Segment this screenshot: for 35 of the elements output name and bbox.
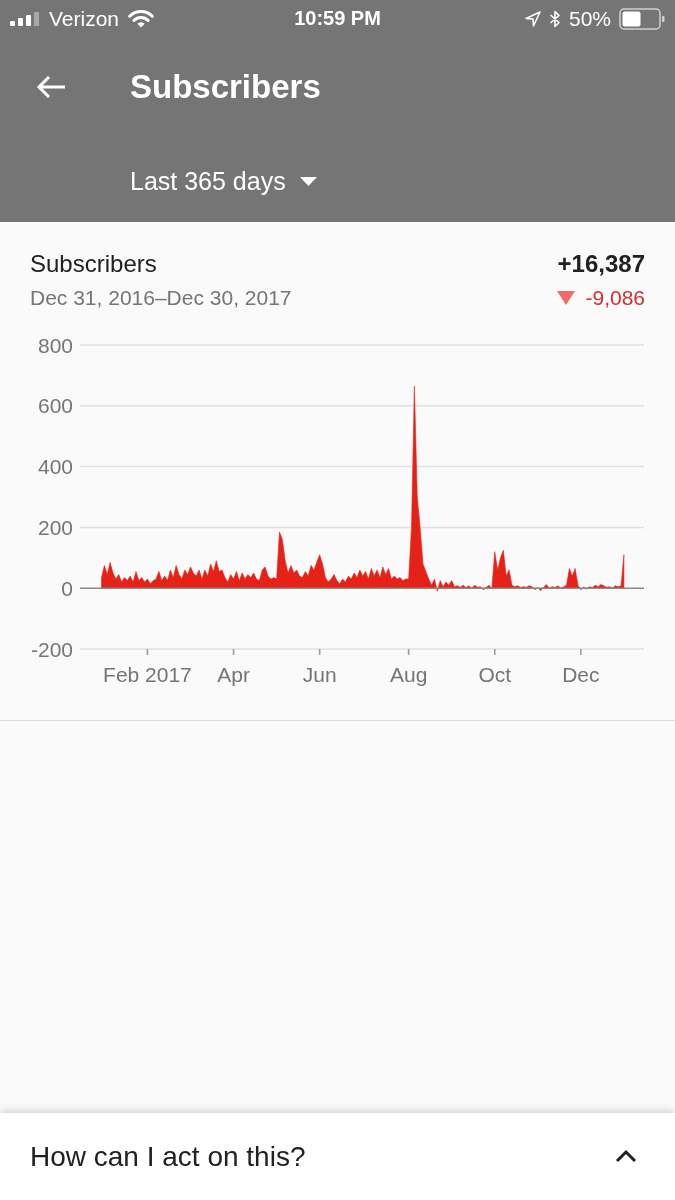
bluetooth-icon bbox=[548, 9, 561, 28]
date-range: Dec 31, 2016–Dec 30, 2017 bbox=[30, 286, 292, 310]
back-arrow-icon bbox=[36, 75, 66, 99]
x-tick-mark bbox=[493, 648, 496, 656]
y-tick-label: 800 bbox=[37, 333, 73, 357]
y-tick-label: 200 bbox=[37, 515, 73, 539]
x-tick-mark bbox=[232, 648, 235, 656]
x-tick-label: Dec bbox=[562, 663, 600, 686]
signal-icon bbox=[10, 11, 40, 26]
y-tick-label: -200 bbox=[30, 637, 73, 661]
period-dropdown[interactable]: Last 365 days bbox=[130, 162, 317, 200]
status-time: 10:59 PM bbox=[294, 7, 381, 30]
x-tick-mark bbox=[580, 648, 582, 656]
metric-title: Subscribers bbox=[30, 250, 157, 278]
sheet-title: How can I act on this? bbox=[30, 1140, 306, 1173]
battery-icon bbox=[619, 7, 665, 30]
battery-percent: 50% bbox=[568, 6, 611, 31]
location-arrow-icon bbox=[524, 10, 541, 27]
page-title: Subscribers bbox=[130, 68, 321, 106]
x-tick-label: Aug bbox=[389, 663, 428, 686]
caret-down-icon bbox=[299, 176, 317, 186]
metric-total: +16,387 bbox=[557, 250, 645, 278]
carrier-name: Verizon bbox=[49, 6, 120, 31]
x-tick-mark bbox=[318, 648, 321, 656]
x-tick-label: Jun bbox=[302, 663, 337, 686]
change-value: -9,086 bbox=[585, 286, 645, 310]
x-tick-mark bbox=[146, 648, 149, 656]
y-tick-label: 600 bbox=[37, 394, 73, 418]
x-tick-label: Feb 2017 bbox=[103, 663, 192, 686]
y-tick-label: 400 bbox=[37, 455, 73, 479]
x-tick-mark bbox=[407, 648, 410, 656]
x-tick-label: Apr bbox=[217, 663, 250, 686]
wifi-icon bbox=[128, 9, 155, 28]
x-tick-label: Oct bbox=[478, 663, 512, 686]
y-tick-label: 0 bbox=[61, 576, 73, 600]
